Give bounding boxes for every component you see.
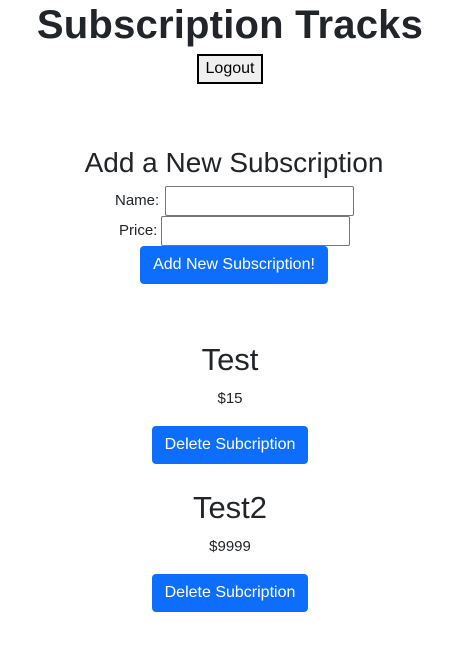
name-label: Name: bbox=[115, 192, 160, 209]
logout-button[interactable]: Logout bbox=[197, 54, 263, 84]
price-label: Price: bbox=[119, 222, 158, 239]
app-title: Subscription Tracks bbox=[36, 3, 424, 47]
subscription-name: Test2 bbox=[192, 490, 268, 525]
subscription-price: $9999 bbox=[209, 538, 251, 555]
price-input[interactable] bbox=[161, 216, 350, 246]
add-subscription-button[interactable]: Add New Subscription! bbox=[140, 246, 328, 284]
delete-subscription-button[interactable]: Delete Subcription bbox=[152, 426, 308, 464]
name-input[interactable] bbox=[165, 186, 354, 216]
delete-subscription-button[interactable]: Delete Subcription bbox=[152, 574, 308, 612]
subscription-price: $15 bbox=[217, 390, 243, 407]
subscription-name: Test bbox=[201, 342, 259, 377]
form-title: Add a New Subscription bbox=[84, 147, 384, 178]
